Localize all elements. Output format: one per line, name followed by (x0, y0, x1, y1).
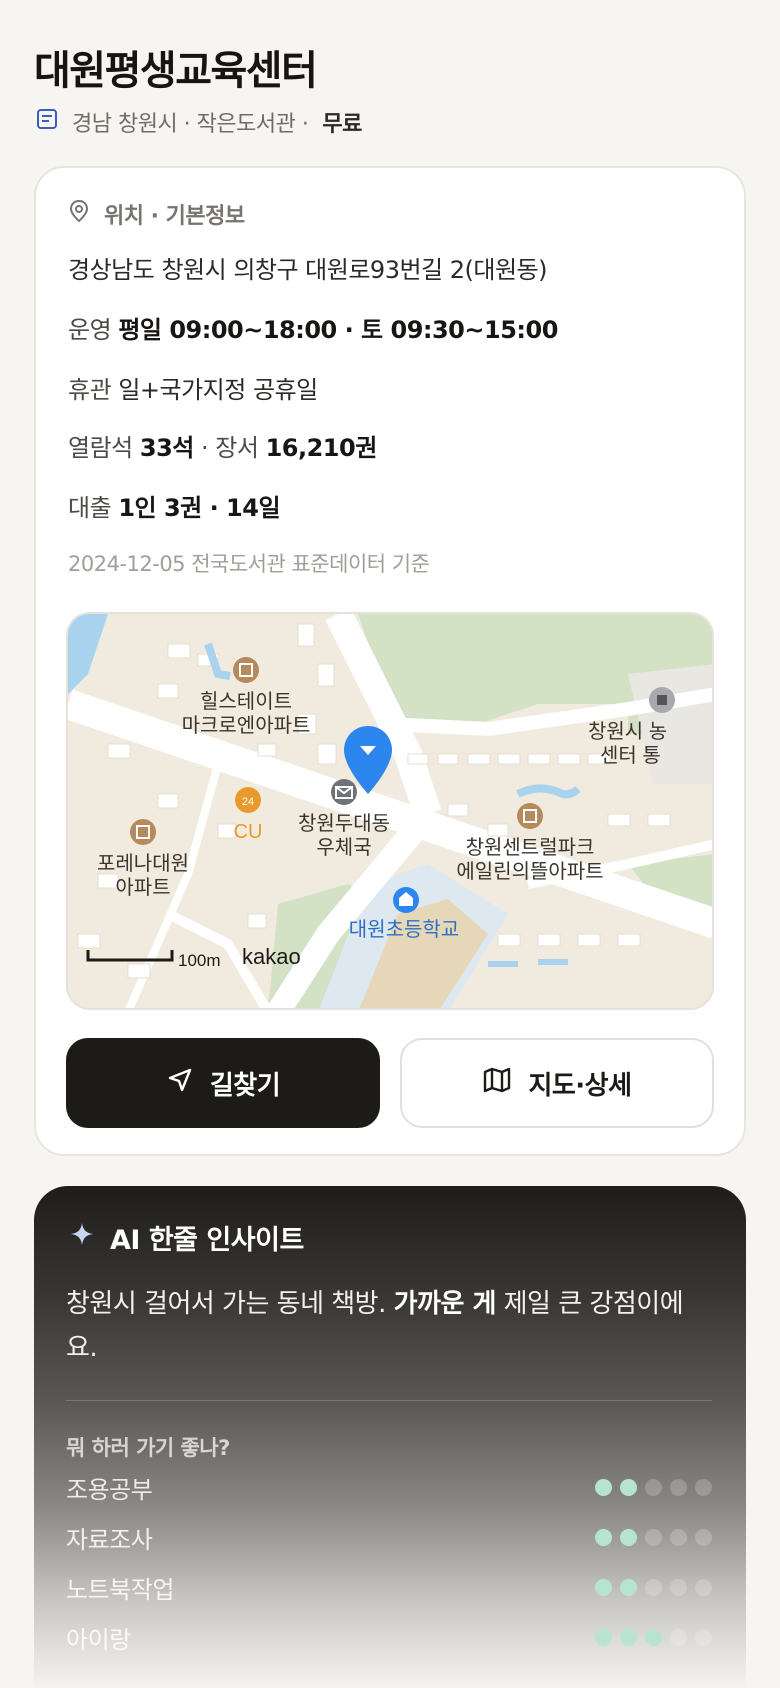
post-office-icon (331, 779, 357, 805)
loan-value: 1인 3권 · 14일 (118, 494, 281, 522)
rating-name: 자료조사 (66, 1525, 153, 1554)
section-title: 위치 · 기본정보 (104, 204, 245, 229)
seats-value: 33석 (139, 434, 194, 462)
rating-dot-filled (595, 1528, 612, 1546)
ai-insight-card: AI 한줄 인사이트 창원시 걸어서 가는 동네 책방. 가까운 게 제일 큰 … (34, 1186, 746, 1688)
divider (66, 1400, 712, 1401)
apartment-poi-icon (233, 657, 259, 683)
apartment-poi-icon (517, 803, 543, 829)
hours-value: 평일 09:00~18:00 · 토 09:30~15:00 (118, 316, 558, 344)
ai-text-bold: 가까운 게 (393, 1289, 497, 1319)
rating-dot-filled (595, 1578, 612, 1596)
rating-dot-empty (645, 1528, 662, 1546)
books-value: 16,210권 (265, 434, 378, 462)
location-map[interactable]: 힐스테이트 마크로엔아파트 포레나대원 아파트 24 CU 창원두대동 우체국 (66, 612, 714, 1010)
info-card: 위치 · 기본정보 경상남도 창원시 의창구 대원로93번길 2(대원동) 운영… (34, 166, 746, 1156)
navigation-arrow-icon (166, 1066, 194, 1101)
rating-dot-filled (595, 1628, 612, 1646)
map-label-cu: CU (234, 821, 263, 843)
rating-dot-filled (620, 1628, 637, 1646)
ai-insight-header: AI 한줄 인사이트 (70, 1218, 304, 1257)
rating-dot-empty (670, 1478, 687, 1496)
rating-dot-empty (695, 1528, 712, 1546)
loan-label: 대출 (68, 494, 112, 522)
convenience-store-icon: 24 (235, 787, 261, 813)
page-title: 대원평생교육센터 (34, 48, 318, 94)
ai-insight-title: AI 한줄 인사이트 (110, 1225, 304, 1256)
subtitle-line: 경남 창원시 · 작은도서관 · 무료 (36, 106, 362, 138)
scale-label: 100m (178, 951, 221, 970)
fee-badge: 무료 (322, 112, 362, 137)
rating-dot-filled (620, 1528, 637, 1546)
rating-dots (595, 1628, 712, 1646)
map-label-center: 창원시 농 (588, 720, 667, 743)
rating-name: 아이랑 (66, 1625, 131, 1654)
map-label-school: 대원초등학교 (349, 918, 459, 941)
rating-row: 자료조사 (66, 1520, 712, 1554)
rating-dots (595, 1528, 712, 1546)
rating-dot-empty (670, 1528, 687, 1546)
rating-name: 조용공부 (66, 1475, 153, 1504)
map-label-hills: 힐스테이트 (200, 690, 292, 713)
map-label-post: 창원두대동 (298, 812, 390, 835)
map-detail-button[interactable]: 지도·상세 (400, 1038, 714, 1128)
address-text: 경상남도 창원시 의창구 대원로93번길 2(대원동) (68, 256, 548, 284)
map-label-forena2: 아파트 (115, 876, 170, 899)
loan-row: 대출 1인 3권 · 14일 (68, 488, 281, 523)
rating-dot-empty (695, 1478, 712, 1496)
rating-dot-empty (695, 1578, 712, 1596)
ai-insight-text: 창원시 걸어서 가는 동네 책방. 가까운 게 제일 큰 강점이에요. (66, 1282, 686, 1370)
hours-row: 운영 평일 09:00~18:00 · 토 09:30~15:00 (68, 310, 558, 345)
map-label-central2: 에일린의뜰아파트 (456, 860, 603, 883)
rating-dot-empty (695, 1628, 712, 1646)
map-label-central: 창원센트럴파크 (466, 836, 595, 859)
rating-dot-filled (620, 1578, 637, 1596)
school-icon (393, 887, 419, 913)
apartment-poi-icon (130, 819, 156, 845)
rating-dot-empty (645, 1478, 662, 1496)
section-header: 위치 · 기본정보 (68, 198, 245, 230)
rating-dots (595, 1478, 712, 1496)
rating-row: 아이랑 (66, 1620, 712, 1654)
separator: · (201, 434, 216, 462)
seats-label: 열람석 (68, 434, 133, 462)
map-brand-logo: kakao (242, 944, 301, 969)
directions-button[interactable]: 길찾기 (66, 1038, 380, 1128)
rating-dot-filled (645, 1628, 662, 1646)
cu-badge: 24 (242, 796, 254, 808)
closed-row: 휴관 일+국가지정 공휴일 (68, 370, 318, 405)
directions-label: 길찾기 (209, 1070, 281, 1101)
closed-value: 일+국가지정 공휴일 (118, 376, 318, 404)
map-label-post2: 우체국 (316, 836, 371, 859)
rating-name: 노트북작업 (66, 1575, 174, 1604)
closed-label: 휴관 (68, 376, 112, 404)
rating-dot-empty (645, 1578, 662, 1596)
region-text: 경남 창원시 · 작은도서관 · (72, 112, 309, 137)
capacity-row: 열람석 33석 · 장서 16,210권 (68, 428, 377, 463)
rating-dot-filled (595, 1478, 612, 1496)
rating-dot-empty (670, 1628, 687, 1646)
facility-poi-icon (649, 687, 675, 713)
map-label-hills2: 마크로엔아파트 (182, 714, 311, 737)
map-detail-label: 지도·상세 (528, 1070, 632, 1101)
basis-text: 2024-12-05 전국도서관 표준데이터 기준 (68, 552, 430, 576)
hours-label: 운영 (68, 316, 112, 344)
rating-dot-filled (620, 1478, 637, 1496)
rating-row: 노트북작업 (66, 1570, 712, 1604)
books-label: 장서 (215, 434, 259, 462)
document-icon (36, 108, 58, 136)
rating-dots (595, 1578, 712, 1596)
ai-text-before: 창원시 걸어서 가는 동네 책방. (66, 1289, 394, 1319)
map-label-forena: 포레나대원 (97, 852, 189, 875)
map-pin-icon (68, 199, 90, 229)
sparkle-icon (70, 1222, 94, 1253)
data-basis-note: 2024-12-05 전국도서관 표준데이터 기준 (68, 548, 430, 578)
map-label-center2: 센터 통 (600, 744, 661, 767)
rating-dot-empty (670, 1578, 687, 1596)
folded-map-icon (482, 1066, 512, 1101)
address-row: 경상남도 창원시 의창구 대원로93번길 2(대원동) (68, 250, 548, 285)
rating-row: 조용공부 (66, 1470, 712, 1504)
usage-question: 뭐 하러 가기 좋나? (66, 1436, 230, 1460)
